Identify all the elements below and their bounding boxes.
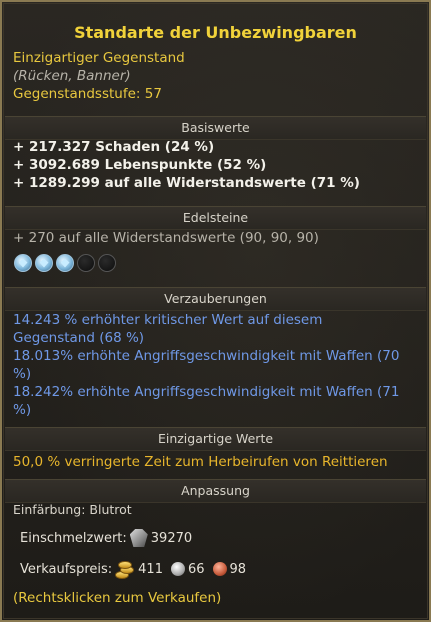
gem-sockets: [14, 254, 116, 272]
enchant-line: 18.242% erhöhte Angriffsgeschwindigkeit …: [13, 384, 400, 400]
gem-socket-empty-icon: [77, 254, 95, 272]
base-stat-health: + 3092.689 Lebenspunkte (52 %): [13, 157, 267, 173]
gem-socket-filled-icon: [14, 254, 32, 272]
sell-price-row: Verkaufspreis: 411 66 98: [20, 560, 247, 579]
sell-price-copper: 98: [229, 561, 247, 577]
gem-socket-empty-icon: [98, 254, 116, 272]
base-stat-damage: + 217.327 Schaden (24 %): [13, 139, 215, 155]
item-tooltip: Standarte der Unbezwingbaren Einzigartig…: [0, 0, 431, 622]
unique-stat: 50,0 % verringerte Zeit zum Herbeirufen …: [13, 454, 388, 470]
section-header-gems: Edelsteine: [5, 206, 426, 230]
section-header-enchantments: Verzauberungen: [5, 287, 426, 311]
disenchant-value: 39270: [150, 530, 193, 546]
section-header-base-stats: Basiswerte: [5, 116, 426, 140]
dye-info: Einfärbung: Blutrot: [13, 502, 132, 517]
sell-price-silver: 66: [187, 561, 205, 577]
gem-socket-filled-icon: [56, 254, 74, 272]
section-header-customization: Anpassung: [5, 479, 426, 503]
disenchant-label: Einschmelzwert:: [20, 530, 127, 546]
item-rarity: Einzigartiger Gegenstand: [13, 50, 185, 66]
item-title: Standarte der Unbezwingbaren: [74, 23, 357, 42]
silver-coin-icon: [170, 562, 185, 576]
sell-price-gold: 411: [138, 561, 163, 577]
gold-coin-icon: [115, 560, 135, 579]
section-header-unique: Einzigartige Werte: [5, 427, 426, 451]
enchant-line: %): [13, 402, 32, 418]
item-slot: (Rücken, Banner): [13, 68, 131, 84]
sell-hint: (Rechtsklicken zum Verkaufen): [13, 590, 222, 606]
base-stat-resistance: + 1289.299 auf alle Widerstandswerte (71…: [13, 175, 360, 191]
copper-coin-icon: [212, 562, 227, 576]
item-level: Gegenstandsstufe: 57: [13, 86, 162, 102]
enchant-line: 14.243 % erhöhter kritischer Wert auf di…: [13, 312, 323, 328]
disenchant-row: Einschmelzwert: 39270: [20, 529, 192, 547]
gem-socket-filled-icon: [35, 254, 53, 272]
enchant-line: Gegenstand (68 %): [13, 330, 145, 346]
disenchant-icon: [129, 529, 148, 547]
sell-price-label: Verkaufspreis:: [20, 561, 113, 577]
enchant-line: 18.013% erhöhte Angriffsgeschwindigkeit …: [13, 348, 400, 364]
enchant-line: %): [13, 366, 32, 382]
gem-stat: + 270 auf alle Widerstandswerte (90, 90,…: [13, 230, 319, 246]
